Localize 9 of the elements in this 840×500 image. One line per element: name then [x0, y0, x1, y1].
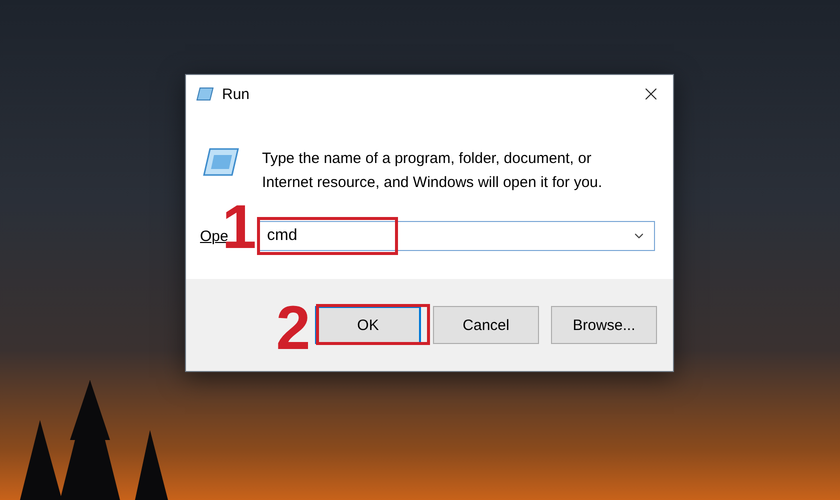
dialog-button[interactable]: OK	[315, 306, 421, 344]
instruction-text: Type the name of a program, folder, document, or Internet resource, and Windows will open it for you.	[262, 149, 604, 193]
run-program-icon	[200, 147, 240, 177]
run-icon	[196, 87, 214, 101]
dialog-button[interactable]: Browse...	[551, 306, 657, 344]
step-number: 2	[276, 298, 310, 360]
open-input-field[interactable]: cmd	[258, 221, 655, 251]
window-title: Run	[222, 86, 251, 102]
dialog-button[interactable]: Cancel	[433, 306, 539, 344]
